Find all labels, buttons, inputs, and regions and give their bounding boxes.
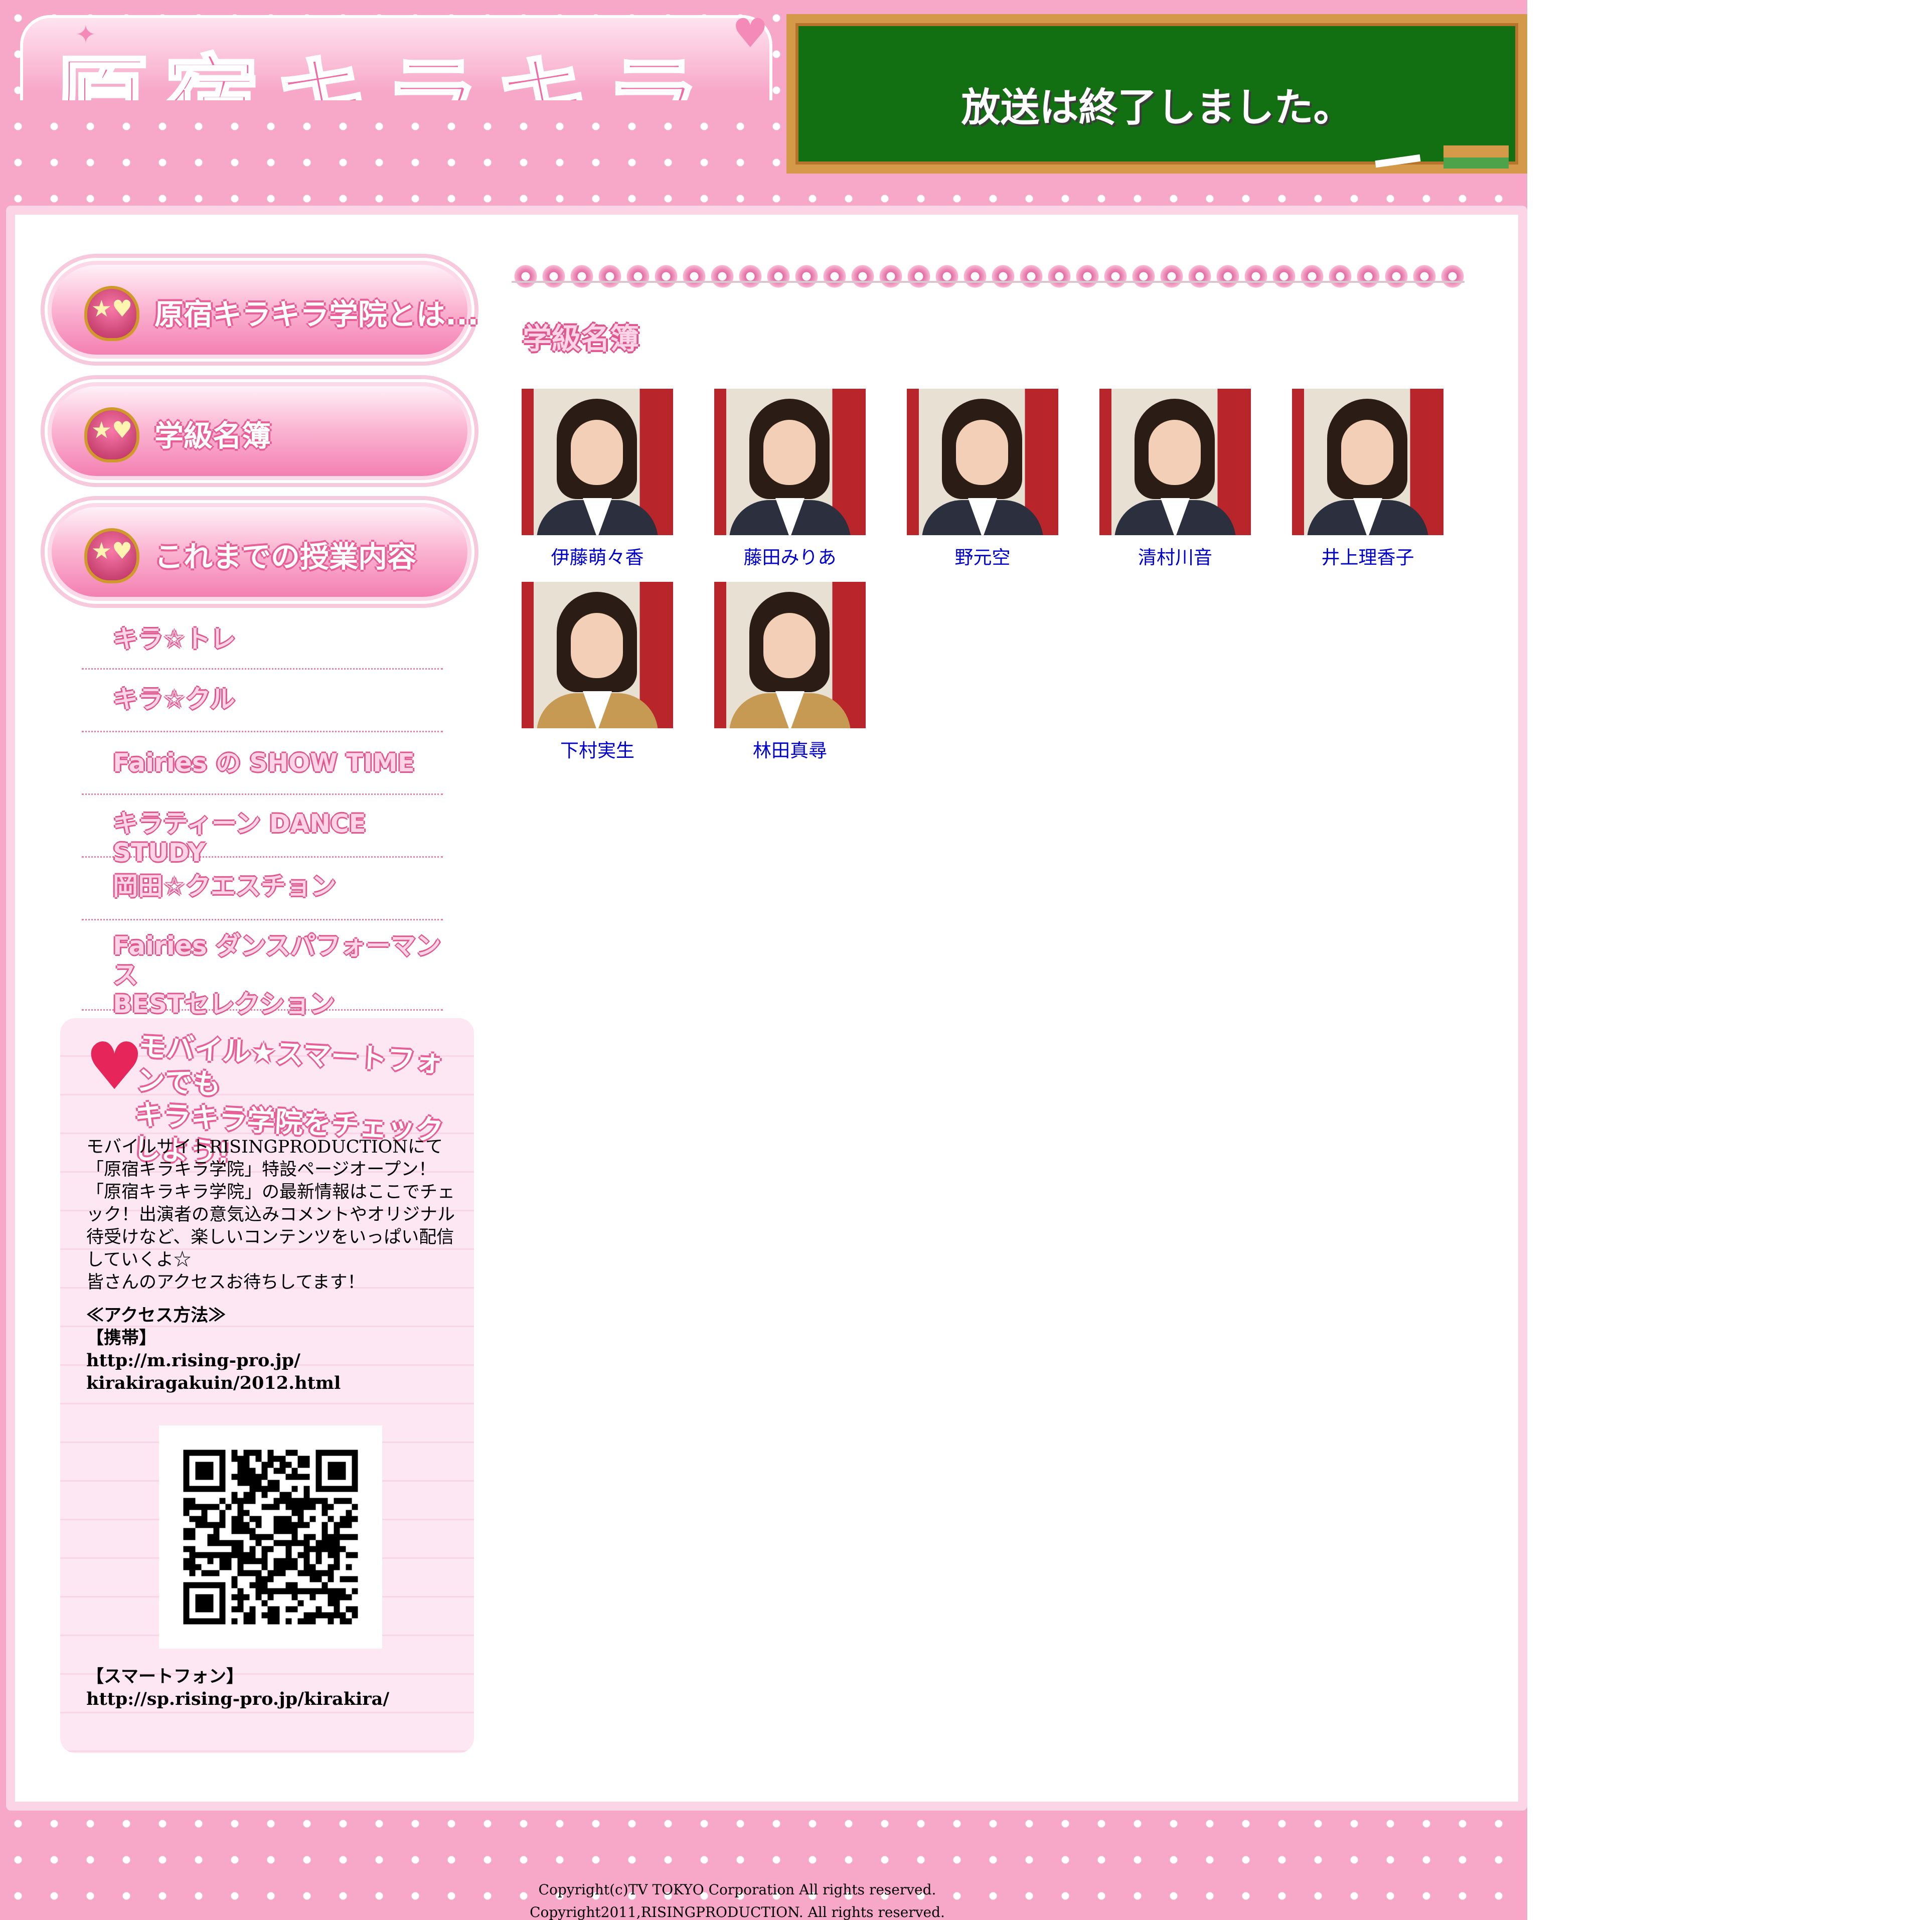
nav-lessons-label: これまでの授業内容 bbox=[154, 540, 417, 574]
member-photo[interactable] bbox=[1099, 389, 1251, 535]
member-name-link[interactable]: 井上理香子 bbox=[1292, 542, 1443, 569]
heart-icon: ♥ bbox=[85, 1028, 144, 1104]
smartphone-label: 【スマートフォン】 bbox=[86, 1666, 244, 1687]
sparkle-icon: ✦ bbox=[75, 20, 96, 49]
mobile-access-info: ≪アクセス方法≫ 【携帯】 http://m.rising-pro.jp/ ki… bbox=[86, 1304, 457, 1394]
member-card[interactable]: 野元空 bbox=[907, 389, 1058, 569]
member-card[interactable]: 清村川音 bbox=[1099, 389, 1251, 569]
eraser-icon bbox=[1443, 145, 1509, 169]
member-photo[interactable] bbox=[907, 389, 1058, 535]
member-name-link[interactable]: 野元空 bbox=[907, 542, 1058, 569]
qr-code-image bbox=[183, 1450, 358, 1625]
roster-title: 学級名簿 bbox=[523, 322, 639, 356]
sub-item-okada-question[interactable]: 岡田☆クエスチョン bbox=[82, 858, 443, 920]
qr-code bbox=[159, 1425, 382, 1649]
member-name-link[interactable]: 清村川音 bbox=[1099, 542, 1251, 569]
school-crest-icon: ★♥ bbox=[84, 528, 139, 583]
school-crest-icon: ★♥ bbox=[84, 407, 139, 462]
sub-item-best-selection[interactable]: Fairies ダンスパフォーマンス BESTセレクション bbox=[82, 920, 443, 1019]
sub-item-fairies-showtime[interactable]: Fairies の SHOW TIME bbox=[82, 732, 443, 795]
access-title: ≪アクセス方法≫ bbox=[86, 1305, 226, 1326]
chalkboard-surface: 放送は終了しました。 bbox=[795, 23, 1518, 169]
member-card[interactable]: 林田真尋 bbox=[714, 582, 866, 762]
sub-item-kira-kuru[interactable]: キラ☆クル bbox=[82, 670, 443, 732]
member-photo[interactable] bbox=[522, 582, 673, 728]
member-card[interactable]: 井上理香子 bbox=[1292, 389, 1443, 569]
logo-text: 原宿キラキラ学院 bbox=[52, 52, 769, 101]
chalkboard-banner: 放送は終了しました。 bbox=[786, 14, 1527, 174]
sub-item-label: 岡田☆クエスチョン bbox=[113, 872, 336, 901]
sub-item-label: キラ☆クル bbox=[113, 685, 235, 714]
chalk-icon bbox=[1375, 154, 1421, 168]
site-logo[interactable]: 原宿キラキラ学院 bbox=[20, 15, 772, 100]
sub-item-kira-tore[interactable]: キラ☆トレ bbox=[82, 614, 443, 670]
nav-roster-button[interactable]: ★♥ 学級名簿 bbox=[48, 382, 471, 480]
member-photo[interactable] bbox=[1292, 389, 1443, 535]
member-name-link[interactable]: 藤田みりあ bbox=[714, 542, 866, 569]
nav-about-button[interactable]: ★♥ 原宿キラキラ学院とは... bbox=[48, 261, 478, 359]
member-card[interactable]: 伊藤萌々香 bbox=[522, 389, 673, 569]
member-photo[interactable] bbox=[714, 582, 866, 728]
nav-roster-label: 学級名簿 bbox=[154, 419, 271, 453]
member-card[interactable]: 藤田みりあ bbox=[714, 389, 866, 569]
member-card[interactable]: 下村実生 bbox=[522, 582, 673, 762]
copyright-tv-tokyo: Copyright(c)TV TOKYO Corporation All rig… bbox=[538, 1881, 936, 1898]
heart-icon: ♥ bbox=[732, 10, 768, 57]
site-page: 原宿キラキラ学院 ♥ ✦ 放送は終了しました。 ★♥ 原宿キラキラ学院とは...… bbox=[0, 0, 1527, 1920]
mobile-info-box: ♥ モバイル★スマートフォンでも キラキラ学院をチェックしよう! モバイルサイト… bbox=[60, 1018, 474, 1753]
member-name-link[interactable]: 下村実生 bbox=[522, 735, 673, 762]
sub-item-label: キラ☆トレ bbox=[113, 624, 236, 654]
lace-divider bbox=[512, 260, 1465, 293]
sub-item-dance-study[interactable]: キラティーン DANCE STUDY bbox=[82, 795, 443, 867]
board-message: 放送は終了しました。 bbox=[961, 85, 1353, 130]
school-crest-icon: ★♥ bbox=[84, 286, 139, 341]
footer: Copyright(c)TV TOKYO Corporation All rig… bbox=[0, 1878, 1475, 1920]
mobile-description: モバイルサイトRISINGPRODUCTIONにて 「原宿キラキラ学院」特設ペー… bbox=[86, 1137, 455, 1293]
copyright-rising: Copyright2011,RISINGPRODUCTION. All righ… bbox=[530, 1904, 945, 1920]
smartphone-access-info: 【スマートフォン】 http://sp.rising-pro.jp/kiraki… bbox=[86, 1665, 457, 1710]
member-photo[interactable] bbox=[522, 389, 673, 535]
member-name-link[interactable]: 伊藤萌々香 bbox=[522, 542, 673, 569]
sub-item-label: Fairies の SHOW TIME bbox=[113, 748, 415, 777]
smartphone-url[interactable]: http://sp.rising-pro.jp/kirakira/ bbox=[86, 1689, 389, 1709]
member-photo[interactable] bbox=[714, 389, 866, 535]
nav-lessons-button[interactable]: ★♥ これまでの授業内容 bbox=[48, 503, 471, 601]
sub-item-label: Fairies ダンスパフォーマンス BESTセレクション bbox=[113, 931, 441, 1019]
mobile-url[interactable]: http://m.rising-pro.jp/ kirakiragakuin/2… bbox=[86, 1350, 341, 1393]
member-name-link[interactable]: 林田真尋 bbox=[714, 735, 866, 762]
mobile-label: 【携帯】 bbox=[86, 1328, 157, 1348]
nav-about-label: 原宿キラキラ学院とは... bbox=[154, 297, 479, 332]
